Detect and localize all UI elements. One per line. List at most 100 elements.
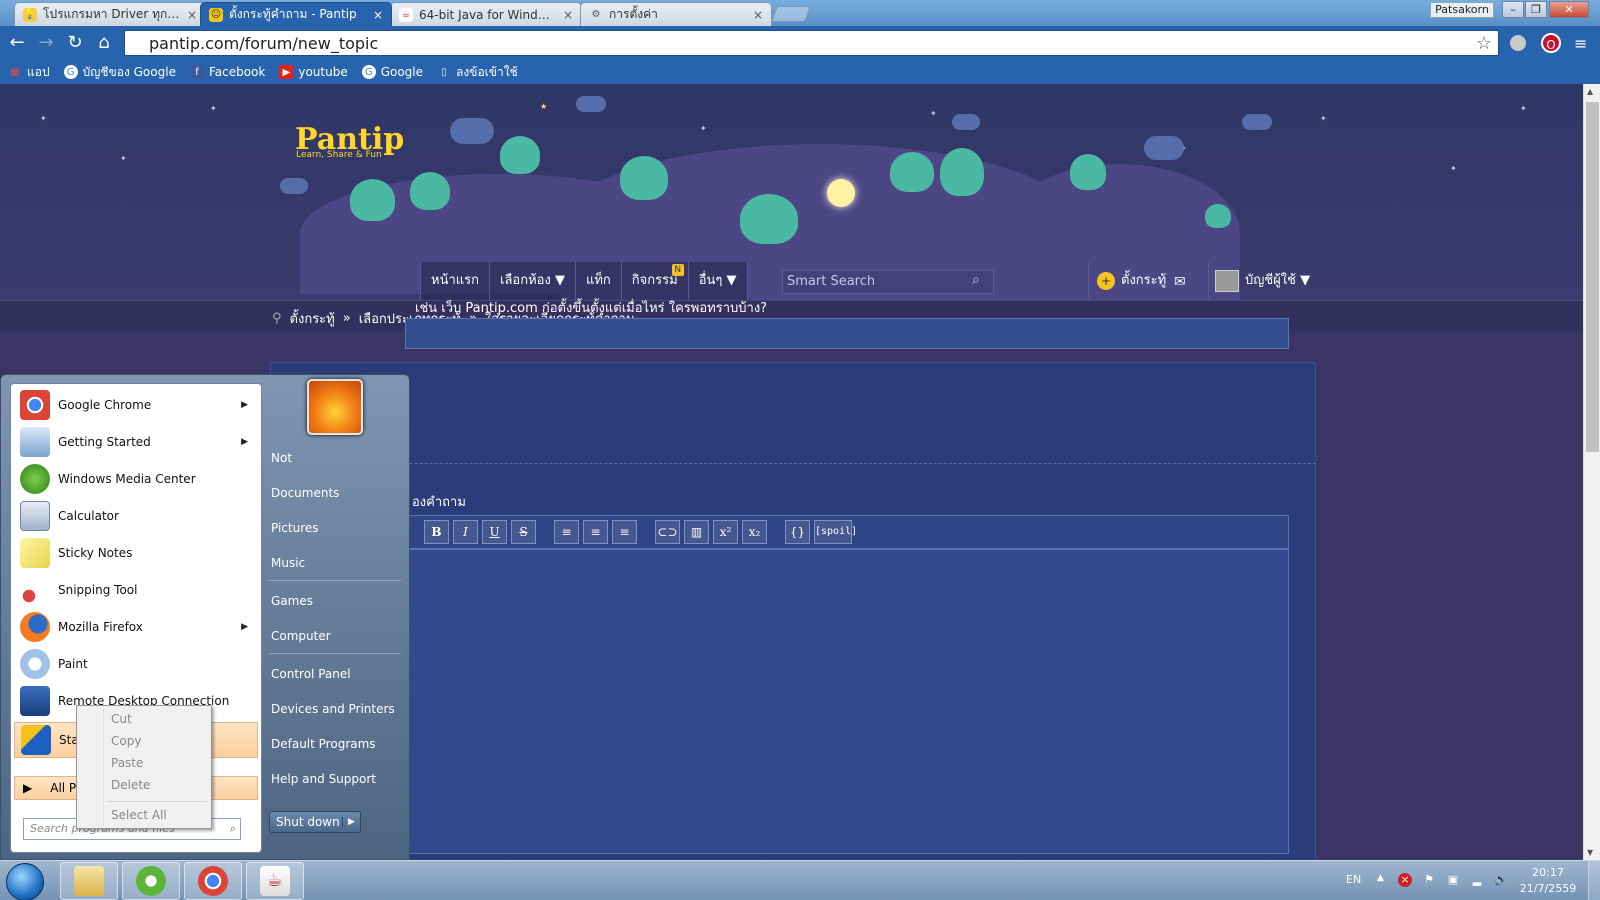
start-link-music[interactable]: Music	[271, 556, 403, 570]
shutdown-button[interactable]: Shut down ▶	[269, 811, 361, 833]
page-scrollbar[interactable]: ▲ ▼	[1583, 84, 1600, 860]
strike-button[interactable]: S	[511, 520, 536, 544]
close-icon[interactable]: ×	[563, 8, 573, 22]
start-item-calculator[interactable]: Calculator	[14, 498, 258, 534]
start-link-help-support[interactable]: Help and Support	[271, 772, 403, 786]
new-tab-button[interactable]	[771, 6, 811, 22]
bookmark-star-icon[interactable]: ☆	[1476, 33, 1492, 54]
home-icon[interactable]: ⌂	[93, 33, 115, 55]
bold-button[interactable]: B	[424, 520, 449, 544]
address-bar[interactable]: pantip.com/forum/new_topic ☆	[124, 30, 1499, 56]
network-device-icon[interactable]: ▣	[1446, 873, 1460, 887]
start-link-default-programs[interactable]: Default Programs	[271, 737, 403, 751]
tab-label: 64-bit Java for Windows	[419, 7, 557, 22]
start-link-computer[interactable]: Computer	[271, 629, 403, 643]
bookmark-apps[interactable]: ▦ แอป	[8, 63, 49, 82]
topic-title-input[interactable]	[405, 318, 1289, 349]
italic-button[interactable]: I	[453, 520, 478, 544]
hr-button[interactable]: ▥	[684, 520, 709, 544]
scroll-thumb[interactable]	[1586, 102, 1599, 452]
align-right-button[interactable]: ≡	[612, 520, 637, 544]
start-item-chrome[interactable]: Google Chrome ▶	[14, 387, 258, 423]
nav-home[interactable]: หน้าแรก	[421, 262, 490, 300]
windows-start-orb-icon[interactable]	[6, 863, 44, 900]
taskbar-java-installer[interactable]: ☕	[246, 862, 304, 900]
hamburger-menu-icon[interactable]: ≡	[1574, 34, 1587, 53]
align-left-button[interactable]: ≡	[554, 520, 579, 544]
subscript-button[interactable]: x₂	[742, 520, 767, 544]
account-menu[interactable]: บัญชีผู้ใช้ ▼	[1208, 262, 1310, 300]
ctx-select-all[interactable]: Select All	[111, 808, 167, 822]
back-arrow-icon[interactable]: ←	[6, 33, 28, 55]
flag-icon[interactable]: ⚑	[1422, 873, 1436, 887]
close-icon[interactable]: ×	[753, 8, 763, 22]
start-item-snipping-tool[interactable]: Snipping Tool	[14, 572, 258, 608]
underline-button[interactable]: U	[482, 520, 507, 544]
forward-arrow-icon[interactable]: →	[35, 33, 57, 55]
nav-rooms[interactable]: เลือกห้อง ▼	[490, 262, 576, 300]
extension-icon[interactable]	[1510, 35, 1526, 51]
nav-activities[interactable]: กิจกรรม N	[622, 262, 689, 300]
start-link-not[interactable]: Not	[271, 451, 403, 465]
search-icon[interactable]: ⌕	[230, 819, 236, 839]
code-button[interactable]: {}	[785, 520, 810, 544]
nav-more[interactable]: อื่นๆ ▼	[689, 262, 748, 300]
tab-java[interactable]: ☕ 64-bit Java for Windows ×	[390, 2, 582, 26]
search-icon[interactable]: ⌕	[972, 272, 980, 288]
ctx-delete[interactable]: Delete	[111, 778, 150, 792]
start-link-control-panel[interactable]: Control Panel	[271, 667, 403, 681]
link-button[interactable]: ⊂⊃	[655, 520, 680, 544]
window-close-button[interactable]: ✕	[1549, 1, 1589, 18]
bookmark-google-account[interactable]: G บัญชีของ Google	[63, 63, 176, 82]
reload-icon[interactable]: ↻	[64, 33, 86, 55]
start-item-sticky-notes[interactable]: Sticky Notes	[14, 535, 258, 571]
start-item-getting-started[interactable]: Getting Started ▶	[14, 424, 258, 460]
taskbar-chrome[interactable]	[184, 862, 242, 900]
start-link-devices-printers[interactable]: Devices and Printers	[271, 702, 403, 716]
maximize-button[interactable]: ❐	[1525, 1, 1547, 18]
tray-expand-icon[interactable]: ▲	[1377, 873, 1384, 883]
taskbar-explorer[interactable]	[60, 862, 118, 900]
start-item-paint[interactable]: Paint	[14, 646, 258, 682]
tab-driver[interactable]: 💡 โปรแกรมหา Driver ทุกยี่ห้อ ×	[14, 2, 206, 26]
spoil-button[interactable]: [spoil]	[814, 520, 857, 544]
start-item-media-center[interactable]: Windows Media Center	[14, 461, 258, 497]
volume-icon[interactable]: 🔈	[1494, 873, 1508, 887]
signal-icon[interactable]: ▂	[1470, 873, 1484, 887]
scroll-up-icon[interactable]: ▲	[1587, 87, 1593, 96]
ctx-cut[interactable]: Cut	[111, 712, 132, 726]
opera-extension-icon[interactable]: O	[1541, 33, 1561, 53]
ctx-paste[interactable]: Paste	[111, 756, 143, 770]
start-link-games[interactable]: Games	[271, 594, 403, 608]
start-link-pictures[interactable]: Pictures	[271, 521, 403, 535]
bookmark-youtube[interactable]: ▶ youtube	[279, 65, 348, 79]
start-item-firefox[interactable]: Mozilla Firefox ▶	[14, 609, 258, 645]
superscript-button[interactable]: x²	[713, 520, 738, 544]
close-icon[interactable]: ×	[373, 8, 383, 22]
tab-pantip[interactable]: ☺ ตั้งกระทู้คำถาม - Pantip ×	[200, 2, 392, 26]
bookmark-google[interactable]: G Google	[361, 65, 423, 79]
start-link-documents[interactable]: Documents	[271, 486, 403, 500]
language-indicator[interactable]: EN	[1346, 873, 1361, 886]
taskbar-clock[interactable]: 20:17 21/7/2559	[1518, 865, 1578, 897]
shutdown-options-arrow-icon[interactable]: ▶	[342, 817, 360, 827]
align-center-button[interactable]: ≡	[583, 520, 608, 544]
smart-search-input[interactable]: Smart Search	[782, 270, 994, 294]
bookmark-facebook[interactable]: f Facebook	[189, 65, 265, 79]
profile-badge[interactable]: Patsakorn	[1430, 2, 1494, 18]
scroll-down-icon[interactable]: ▼	[1587, 848, 1593, 857]
antivirus-icon[interactable]: ×	[1398, 873, 1412, 887]
nav-tags[interactable]: แท็ก	[576, 262, 622, 300]
topic-body-editor[interactable]	[405, 549, 1289, 854]
mail-icon[interactable]: ✉	[1174, 274, 1186, 290]
user-picture[interactable]	[307, 379, 363, 435]
taskbar-utorrent[interactable]	[122, 862, 180, 900]
minimize-button[interactable]: –	[1502, 1, 1524, 18]
tab-settings[interactable]: ⚙ การตั้งค่า ×	[580, 2, 772, 26]
bookmark-signin[interactable]: ▯ ลงข้อเข้าใช้	[437, 63, 517, 82]
post-topic-button[interactable]: + ตั้งกระทู้	[1088, 262, 1166, 300]
close-icon[interactable]: ×	[187, 8, 197, 22]
ctx-copy[interactable]: Copy	[111, 734, 141, 748]
breadcrumb-item[interactable]: ตั้งกระทู้	[290, 308, 335, 329]
show-desktop-button[interactable]	[1588, 861, 1600, 900]
